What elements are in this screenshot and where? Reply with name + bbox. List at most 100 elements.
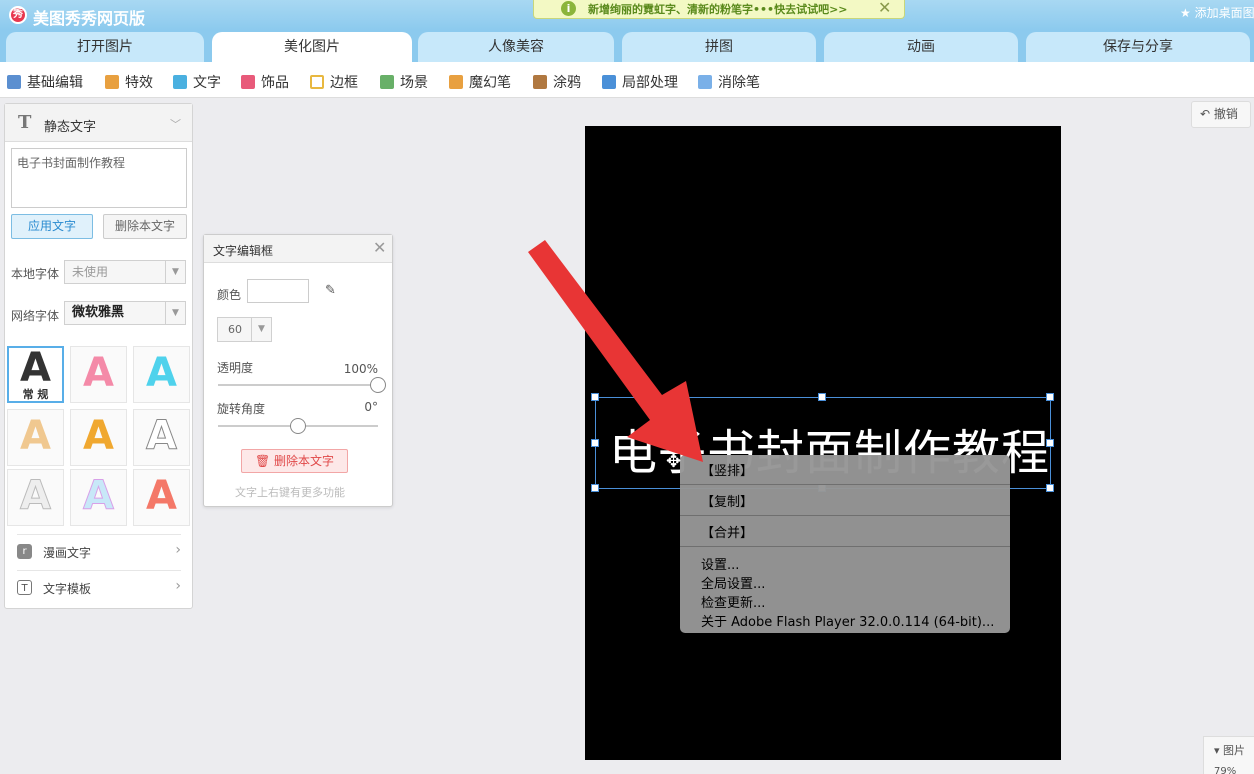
text-template-link[interactable]: T 文字模板 › [17,570,181,604]
tool-eraser[interactable]: 消除笔 [698,72,760,91]
tool-label: 涂鸦 [553,75,581,91]
opacity-label: 透明度 [217,361,254,375]
comic-text-icon: r [17,544,32,559]
tool-label: 边框 [330,75,358,91]
static-text-header[interactable]: T 静态文字 ﹀ [5,104,192,142]
style-cyan[interactable]: A [133,346,190,403]
menu-divider [680,515,1010,516]
opacity-slider[interactable] [218,377,386,393]
color-swatch[interactable] [247,279,309,303]
resize-handle[interactable] [591,439,599,447]
resize-handle[interactable] [818,393,826,401]
add-desktop-label: 添加桌面图 [1194,6,1254,20]
style-glyph: A [20,413,51,459]
font-size-value: 60 [228,323,242,336]
style-glyph: A [146,350,177,396]
app-logo-icon: 秀 [9,6,27,24]
dropdown-arrow-icon: ▼ [165,261,185,283]
context-menu: 【竖排】 【复制】 【合并】 设置... 全局设置... 检查更新... 关于 … [680,455,1010,633]
tool-doodle[interactable]: 涂鸦 [533,72,581,91]
delete-text-button[interactable]: 删除本文字 [103,214,187,239]
notice-banner[interactable]: i 新增绚丽的霓虹字、清新的粉笔字•••快去试试吧>> ✕ [533,0,905,19]
apply-text-button[interactable]: 应用文字 [11,214,93,239]
opacity-slider-thumb[interactable] [370,377,386,393]
style-orange-pink[interactable]: A [133,469,190,526]
web-font-select[interactable]: 微软雅黑 ▼ [64,301,186,325]
opacity-value: 100% [343,362,378,376]
text-template-label: 文字模板 [43,582,92,596]
tab-animation[interactable]: 动画 [824,32,1018,62]
close-icon[interactable]: ✕ [878,0,891,17]
rotation-slider-thumb[interactable] [290,418,306,434]
local-font-value: 未使用 [72,265,109,279]
menu-item-settings[interactable]: 设置... [701,554,739,573]
tab-beautify[interactable]: 美化图片 [212,32,412,62]
tab-open-image[interactable]: 打开图片 [6,32,204,62]
style-glyph: A [20,345,51,391]
style-outline[interactable]: A [133,409,190,466]
rotation-slider[interactable] [218,418,378,434]
menu-item-global-settings[interactable]: 全局设置... [701,573,765,592]
tool-basic-edit[interactable]: 基础编辑 [7,72,83,91]
image-info-panel[interactable]: ▾ 图片 79% [1203,736,1254,774]
menu-item-vertical[interactable]: 【竖排】 [701,460,753,479]
text-content-input[interactable]: 电子书封面制作教程 [11,148,187,208]
style-glyph: A [83,350,114,396]
style-glyph: A [20,473,52,520]
tab-portrait[interactable]: 人像美容 [418,32,614,62]
delete-text-label: 删除本文字 [274,454,335,468]
style-pink[interactable]: A [70,346,127,403]
menu-item-check-update[interactable]: 检查更新... [701,592,765,611]
web-font-value: 微软雅黑 [72,305,125,320]
resize-handle[interactable] [1046,484,1054,492]
scene-icon [380,75,394,89]
style-glyph: A [146,473,177,519]
style-normal[interactable]: A 常 规 [7,346,64,403]
tool-local-process[interactable]: 局部处理 [602,72,678,91]
main-tab-bar: 打开图片 美化图片 人像美容 拼图 动画 保存与分享 [0,30,1254,62]
resize-handle[interactable] [1046,439,1054,447]
close-icon[interactable]: ✕ [373,238,386,257]
tool-frame[interactable]: 边框 [310,72,358,91]
resize-handle[interactable] [591,393,599,401]
local-font-select[interactable]: 未使用 ▼ [64,260,186,284]
menu-item-about[interactable]: 关于 Adobe Flash Player 32.0.0.114 (64-bit… [701,611,994,630]
tool-decorations[interactable]: 饰品 [241,72,289,91]
undo-button[interactable]: ↶ 撤销 [1191,101,1251,128]
magic-pen-icon [449,75,463,89]
local-font-label: 本地字体 [11,267,60,281]
eyedropper-icon[interactable]: ✎ [325,283,336,298]
font-size-select[interactable]: 60 ▼ [217,317,272,342]
menu-item-merge[interactable]: 【合并】 [701,522,753,541]
resize-handle[interactable] [1046,393,1054,401]
text-editor-dialog: 文字编辑框 ✕ 颜色 ✎ 60 ▼ 透明度 100% 旋转角度 0° 🗑 删除本文… [203,234,393,507]
chevron-right-icon: › [175,542,181,558]
image-info-label: ▾ 图片 [1214,744,1246,757]
style-dotted[interactable]: A [7,409,64,466]
menu-item-copy[interactable]: 【复制】 [701,491,753,510]
tool-text[interactable]: 文字 [173,72,221,91]
tab-save-share[interactable]: 保存与分享 [1026,32,1250,62]
tool-magic-pen[interactable]: 魔幻笔 [449,72,511,91]
style-gold[interactable]: A [70,409,127,466]
tab-collage[interactable]: 拼图 [622,32,816,62]
editor-title: 文字编辑框 [213,244,274,258]
style-glyph: A [83,473,115,520]
dropdown-arrow-icon: ▼ [165,302,185,324]
tool-scene[interactable]: 场景 [380,72,428,91]
notice-text[interactable]: 新增绚丽的霓虹字、清新的粉笔字•••快去试试吧>> [588,1,848,17]
style-emboss[interactable]: A [7,469,64,526]
decorations-icon [241,75,255,89]
editor-header[interactable]: 文字编辑框 ✕ [204,235,392,263]
add-desktop-link[interactable]: ★ 添加桌面图 [1180,4,1254,21]
comic-text-link[interactable]: r 漫画文字 › [17,534,181,568]
color-label: 颜色 [217,288,242,302]
tool-effects[interactable]: 特效 [105,72,153,91]
style-rainbow[interactable]: A [70,469,127,526]
tool-label: 文字 [193,75,221,91]
basic-edit-icon [7,75,21,89]
resize-handle[interactable] [591,484,599,492]
undo-label: 撤销 [1213,107,1238,121]
star-icon: ★ [1180,6,1191,20]
delete-text-button[interactable]: 🗑 删除本文字 [241,449,348,473]
